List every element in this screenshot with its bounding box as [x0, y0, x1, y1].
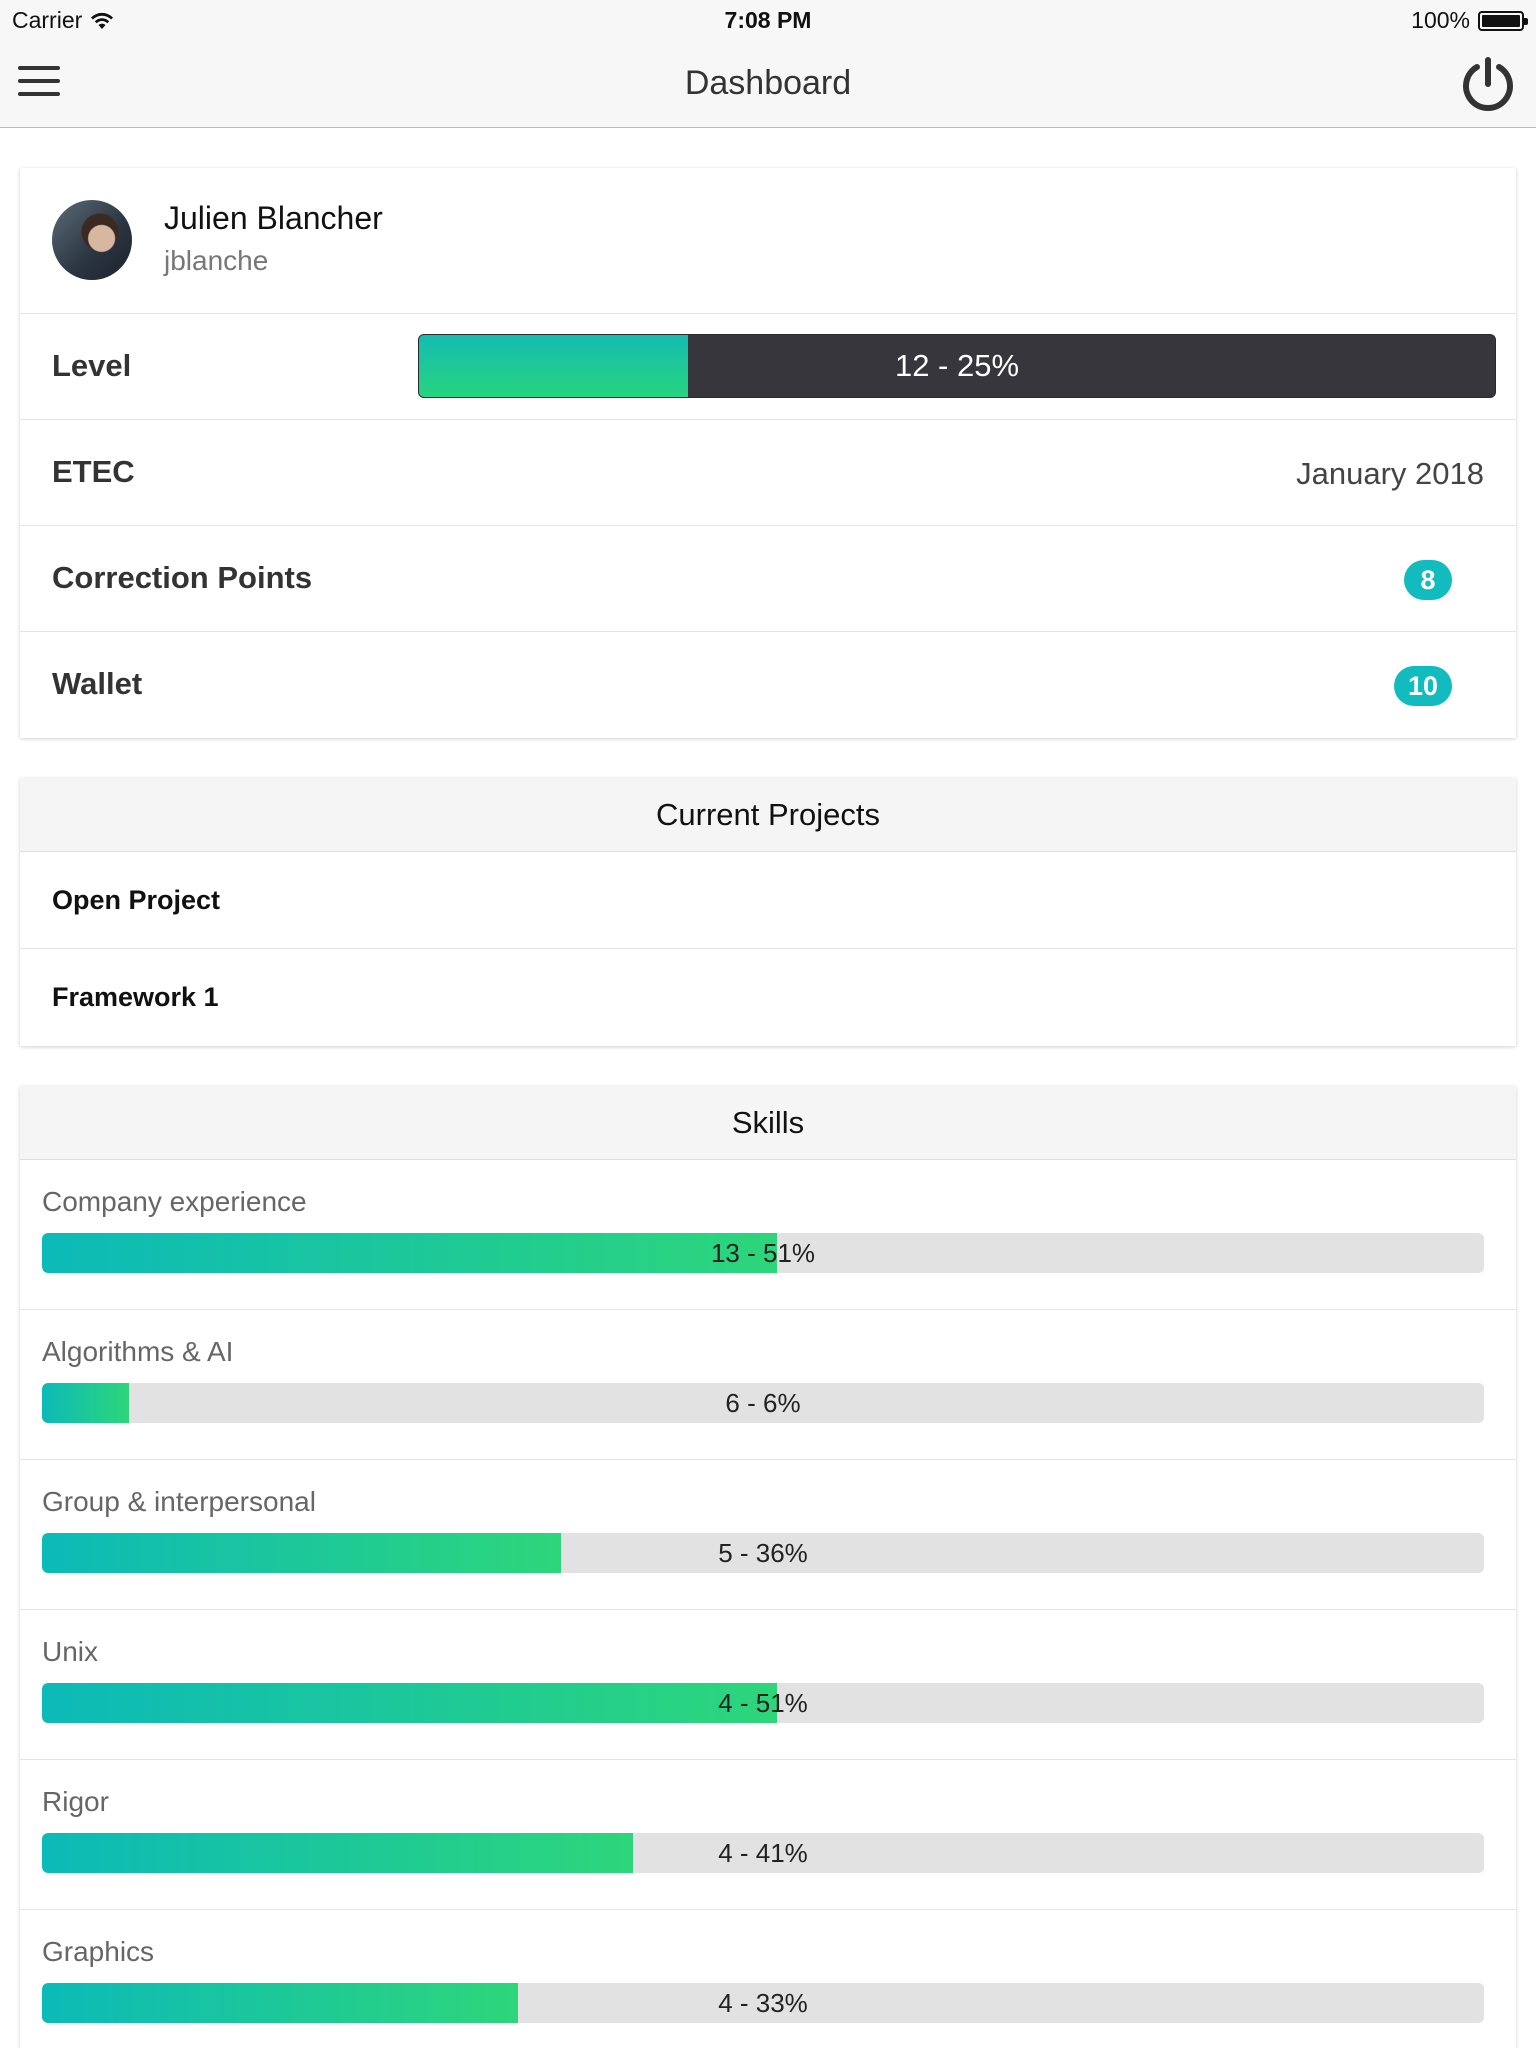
profile-name: Julien Blancher — [164, 200, 383, 236]
project-item-label: Framework 1 — [52, 982, 219, 1012]
project-item-label: Open Project — [52, 885, 221, 915]
profile-header: Julien Blancher jblanche — [20, 168, 1516, 314]
skill-progress-text: 4 - 51% — [718, 1688, 808, 1718]
skill-progress-text: 5 - 36% — [718, 1538, 808, 1568]
skill-name: Group & interpersonal — [42, 1486, 316, 1517]
skill-name: Unix — [42, 1636, 99, 1667]
level-progress-bar: 12 - 25% — [418, 334, 1496, 398]
page-title: Dashboard — [684, 64, 852, 102]
wallet-badge: 10 — [1393, 666, 1452, 706]
status-bar: Carrier 7:08 PM 100% — [0, 0, 1536, 40]
navigation-bar: Dashboard — [0, 40, 1536, 128]
profile-login: jblanche — [164, 245, 269, 276]
level-label: Level — [52, 348, 132, 383]
skills-title: Skills — [20, 1086, 1516, 1160]
current-projects-card: Current Projects Open Project Framework … — [20, 778, 1516, 1046]
current-projects-title: Current Projects — [20, 778, 1516, 852]
skill-name: Company experience — [42, 1186, 307, 1217]
status-time: 7:08 PM — [724, 7, 812, 33]
level-row: Level 12 - 25% — [20, 314, 1516, 420]
correction-points-label: Correction Points — [52, 560, 313, 595]
battery-label: 100% — [1411, 7, 1470, 33]
skill-item: Company experience 13 - 51% — [20, 1160, 1516, 1310]
skill-item: Algorithms & AI 6 - 6% — [20, 1310, 1516, 1460]
skill-progress-bar: 5 - 36% — [42, 1533, 1484, 1573]
profile-card: Julien Blancher jblanche Level 12 - 25% … — [20, 168, 1516, 738]
skill-progress-bar: 4 - 51% — [42, 1683, 1484, 1723]
skill-item: Group & interpersonal 5 - 36% — [20, 1460, 1516, 1610]
battery-icon — [1478, 10, 1528, 31]
etec-value: January 2018 — [1296, 456, 1484, 491]
skill-progress-bar: 6 - 6% — [42, 1383, 1484, 1423]
skill-name: Algorithms & AI — [42, 1336, 234, 1367]
skill-name: Graphics — [42, 1936, 155, 1967]
wallet-row: Wallet 10 — [20, 632, 1516, 738]
skill-progress-text: 4 - 33% — [718, 1988, 808, 2018]
battery-indicator: 100% — [1411, 7, 1528, 34]
skill-item: Rigor 4 - 41% — [20, 1760, 1516, 1910]
skill-progress-text: 6 - 6% — [725, 1388, 801, 1418]
level-progress-text: 12 - 25% — [894, 348, 1020, 383]
skill-progress-bar: 4 - 41% — [42, 1833, 1484, 1873]
project-item[interactable]: Open Project — [20, 852, 1516, 949]
skill-progress-bar: 13 - 51% — [42, 1233, 1484, 1273]
etec-row: ETEC January 2018 — [20, 420, 1516, 526]
correction-points-badge: 8 — [1404, 560, 1452, 600]
correction-points-row: Correction Points 8 — [20, 526, 1516, 632]
skill-progress-text: 13 - 51% — [710, 1238, 816, 1268]
project-item[interactable]: Framework 1 — [20, 949, 1516, 1046]
avatar — [52, 200, 132, 280]
wallet-label: Wallet — [52, 666, 143, 701]
skills-card: Skills Company experience 13 - 51% Algor… — [20, 1086, 1516, 2048]
skill-item: Unix 4 - 51% — [20, 1610, 1516, 1760]
skill-name: Rigor — [42, 1786, 109, 1817]
etec-label: ETEC — [52, 454, 135, 489]
skill-item: Graphics 4 - 33% — [20, 1910, 1516, 2048]
skill-progress-bar: 4 - 33% — [42, 1983, 1484, 2023]
skill-progress-text: 4 - 41% — [718, 1838, 808, 1868]
power-icon[interactable] — [1458, 54, 1518, 114]
